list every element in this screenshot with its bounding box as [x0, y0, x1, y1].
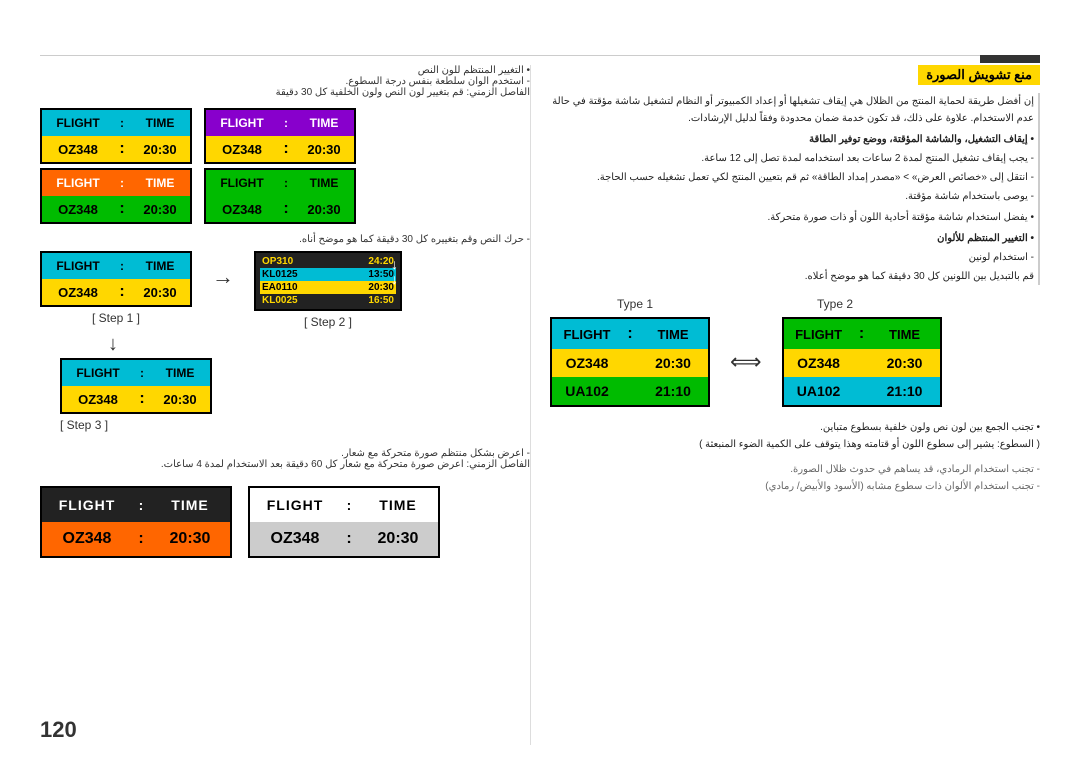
left-note-1: • التغيير المنتظم للون النص - استخدم الو… [60, 65, 530, 98]
type-widgets-row: FLIGHT : TIME OZ348 20:30 UA102 21:10 ⟺ … [550, 317, 1040, 407]
widget-large-dark-orange: FLIGHT : TIME OZ348 : 20:30 [40, 486, 232, 558]
gray-notes: - تجنب استخدام الرمادي، قد يساهم في حدوث… [550, 461, 1040, 495]
column-divider [530, 65, 531, 745]
time-label-1: TIME [130, 110, 190, 136]
widget-type1: FLIGHT : TIME OZ348 20:30 UA102 21:10 [550, 317, 710, 407]
step3-label: [ Step 3 ] [60, 418, 108, 432]
double-arrow: ⟺ [730, 349, 762, 375]
widget-cyan-yellow: FLIGHT : TIME OZ348 : 20:30 [40, 108, 192, 164]
arrow-step2-3: ↓ [108, 333, 530, 356]
step2-area: OP31024:20 KL012513:50 EA011020:30 KL002… [254, 251, 402, 329]
page-number: 120 [40, 717, 77, 743]
left-bottom-notes: - اعرض بشكل منتظم صورة متحركة مع شعار. ا… [40, 448, 530, 470]
top-border [40, 55, 1040, 56]
type2-label: Type 2 [817, 297, 853, 311]
color-note: • تجنب الجمع بين لون نص ولون خلفية بسطوع… [550, 419, 1040, 453]
step3-area: FLIGHT : TIME OZ348 : 20:30 [ Step 3 ] [60, 358, 530, 432]
widget-step1: FLIGHT : TIME OZ348 : 20:30 [40, 251, 192, 307]
widget-row-2: FLIGHT : TIME OZ348 : 20:30 FLIGHT : TIM… [40, 168, 530, 224]
left-note-2: - حرك النص وقم بتغييره كل 30 دقيقة كما ه… [40, 234, 530, 245]
step1-label: [ Step 1 ] [92, 311, 140, 325]
right-body-text: إن أفضل طريقة لحماية المنتج من الظلال هي… [550, 93, 1040, 285]
right-column: منع تشويش الصورة إن أفضل طريقة لحماية ال… [550, 65, 1040, 511]
step1-area: FLIGHT : TIME OZ348 : 20:30 [ Step 1 ] [40, 251, 192, 325]
widget-orange-green: FLIGHT : TIME OZ348 : 20:30 [40, 168, 192, 224]
widget-step3: FLIGHT : TIME OZ348 : 20:30 [60, 358, 212, 414]
widget-row-1: FLIGHT : TIME OZ348 : 20:30 FLIGHT : TIM… [40, 108, 530, 164]
type2-label-container: Type 2 [750, 295, 920, 313]
widget-type2: FLIGHT : TIME OZ348 20:30 UA102 21:10 [782, 317, 942, 407]
type1-label: Type 1 [617, 297, 653, 311]
widget-step2: OP31024:20 KL012513:50 EA011020:30 KL002… [254, 251, 402, 311]
type-labels: Type 1 Type 2 [550, 295, 1040, 313]
step2-label: [ Step 2 ] [304, 315, 352, 329]
arrow-step1-2: → [212, 251, 234, 303]
right-bar [980, 55, 1040, 63]
left-column: • التغيير المنتظم للون النص - استخدم الو… [40, 65, 530, 558]
widget-purple-yellow: FLIGHT : TIME OZ348 : 20:30 [204, 108, 356, 164]
section-title-area: منع تشويش الصورة [550, 65, 1040, 85]
bottom-widgets-left: FLIGHT : TIME OZ348 : 20:30 FLIGHT : TIM… [40, 486, 530, 558]
section-title: منع تشويش الصورة [918, 65, 1040, 85]
widget-large-white-gray: FLIGHT : TIME OZ348 : 20:30 [248, 486, 440, 558]
widget-green-green: FLIGHT : TIME OZ348 : 20:30 [204, 168, 356, 224]
type1-label-container: Type 1 [550, 295, 720, 313]
steps-row: FLIGHT : TIME OZ348 : 20:30 [ Step 1 ] → [40, 251, 530, 329]
flight-label-1: FLIGHT [42, 110, 114, 136]
